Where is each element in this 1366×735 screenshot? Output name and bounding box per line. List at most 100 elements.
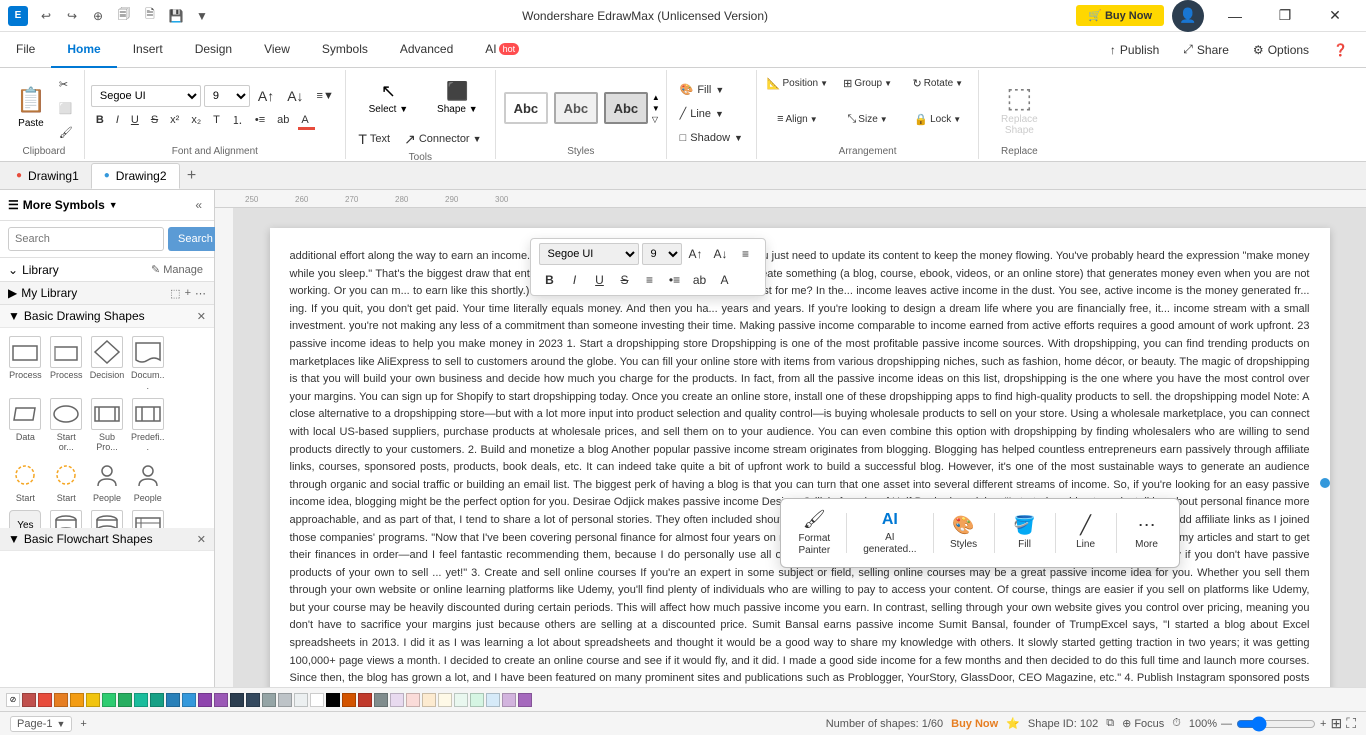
align-button[interactable]: ≡ Align ▼ bbox=[763, 111, 832, 141]
float-strike-btn[interactable]: S bbox=[614, 269, 636, 291]
float-align-btn[interactable]: ≡ bbox=[735, 243, 757, 265]
shape-start[interactable]: Start bbox=[6, 457, 45, 506]
share-button[interactable]: ⤢ Share bbox=[1173, 38, 1239, 61]
buy-now-button[interactable]: 🛒 Buy Now bbox=[1076, 5, 1164, 26]
decrease-font-btn[interactable]: A↓ bbox=[282, 85, 308, 107]
publish-button[interactable]: ↑ Publish bbox=[1100, 39, 1169, 61]
account-button[interactable]: ❓ bbox=[1323, 39, 1358, 61]
zoom-slider[interactable] bbox=[1236, 716, 1316, 732]
page-selector[interactable]: Page-1 ▼ bbox=[10, 716, 72, 732]
float-size-select[interactable]: 9 bbox=[642, 243, 682, 265]
color-swatch-12[interactable] bbox=[214, 693, 228, 707]
color-swatch-16[interactable] bbox=[278, 693, 292, 707]
menu-tab-insert[interactable]: Insert bbox=[117, 32, 179, 68]
shape-button[interactable]: ⬛ Shape ▼ bbox=[427, 72, 487, 124]
shape-document[interactable]: Docum... bbox=[128, 334, 167, 394]
style-swatch-3[interactable]: Abc bbox=[604, 92, 648, 124]
shape-predefined[interactable]: Predefi... bbox=[128, 396, 167, 456]
maximize-button[interactable]: ❐ bbox=[1262, 0, 1308, 32]
styles-scroll[interactable]: ▲ ▼ ▽ bbox=[652, 93, 660, 124]
color-swatch-21[interactable] bbox=[358, 693, 372, 707]
menu-tab-ai[interactable]: AI hot bbox=[469, 32, 535, 68]
color-swatch-18[interactable] bbox=[310, 693, 324, 707]
paste-button[interactable]: 📋 Paste bbox=[10, 82, 52, 134]
replace-shape-button[interactable]: ⬚ ReplaceShape bbox=[997, 72, 1042, 144]
shape-internal[interactable]: Internal... bbox=[128, 508, 167, 528]
fill-button[interactable]: 🎨 Fill ▼ bbox=[676, 79, 747, 101]
copy-btn[interactable]: ⬜ bbox=[54, 97, 78, 119]
cut-button[interactable]: ✂ bbox=[54, 73, 78, 95]
float-underline-btn[interactable]: U bbox=[589, 269, 611, 291]
basic-drawing-header[interactable]: ▼ Basic Drawing Shapes ✕ bbox=[0, 305, 214, 328]
color-swatch-7[interactable] bbox=[134, 693, 148, 707]
underline-btn[interactable]: U bbox=[126, 109, 144, 131]
resize-handle-right[interactable] bbox=[1320, 478, 1330, 488]
basic-flowchart-close-btn[interactable]: ✕ bbox=[197, 533, 206, 546]
color-swatch-5[interactable] bbox=[102, 693, 116, 707]
strikethrough-btn[interactable]: S bbox=[146, 109, 163, 131]
color-swatch-26[interactable] bbox=[438, 693, 452, 707]
sidebar-collapse-btn[interactable]: « bbox=[191, 196, 206, 214]
zoom-plus-btn[interactable]: + bbox=[1320, 718, 1326, 730]
float-increase-btn[interactable]: A↑ bbox=[685, 243, 707, 265]
color-swatch-29[interactable] bbox=[486, 693, 500, 707]
color-swatch-22[interactable] bbox=[374, 693, 388, 707]
color-swatch-17[interactable] bbox=[294, 693, 308, 707]
color-swatch-14[interactable] bbox=[246, 693, 260, 707]
float-font-select[interactable]: Segoe UI bbox=[539, 243, 639, 265]
increase-font-btn[interactable]: A↑ bbox=[253, 85, 279, 107]
shape-start2[interactable]: Start bbox=[47, 457, 86, 506]
focus-btn[interactable]: ⊕ Focus bbox=[1122, 717, 1164, 730]
color-swatch-0[interactable] bbox=[22, 693, 36, 707]
shape-data[interactable]: Data bbox=[6, 396, 45, 456]
list-num-btn[interactable]: ⒈ bbox=[227, 109, 248, 131]
float-font-color-btn[interactable]: A bbox=[714, 269, 736, 291]
color-swatch-8[interactable] bbox=[150, 693, 164, 707]
search-input[interactable] bbox=[8, 227, 164, 251]
shape-database[interactable]: Database bbox=[47, 508, 86, 528]
ai-btn[interactable]: AI AIgenerated... bbox=[855, 507, 924, 560]
basic-drawing-close-btn[interactable]: ✕ bbox=[197, 310, 206, 323]
color-swatch-10[interactable] bbox=[182, 693, 196, 707]
shape-people[interactable]: People bbox=[88, 457, 127, 506]
size-button[interactable]: ⤡ Size ▼ bbox=[833, 111, 902, 141]
rotate-button[interactable]: ↻ Rotate ▼ bbox=[903, 75, 972, 105]
style-swatch-1[interactable]: Abc bbox=[504, 92, 548, 124]
position-button[interactable]: 📐 Position ▼ bbox=[763, 75, 832, 105]
more-quick-access[interactable]: ▼ bbox=[190, 4, 214, 28]
color-swatch-23[interactable] bbox=[390, 693, 404, 707]
my-library-copy-btn[interactable]: ⬚ bbox=[170, 287, 180, 300]
menu-tab-advanced[interactable]: Advanced bbox=[384, 32, 469, 68]
bold-btn[interactable]: B bbox=[91, 109, 109, 131]
italic-btn[interactable]: I bbox=[111, 109, 124, 131]
new-button[interactable]: ⊕ bbox=[86, 4, 110, 28]
font-size-select[interactable]: 9 bbox=[204, 85, 250, 107]
tab-drawing1[interactable]: ● Drawing1 bbox=[4, 163, 91, 189]
group-button[interactable]: ⊞ Group ▼ bbox=[833, 75, 902, 105]
layers-btn[interactable]: ⧉ bbox=[1106, 717, 1114, 730]
color-swatch-2[interactable] bbox=[54, 693, 68, 707]
line-button[interactable]: ╱ Line ▼ bbox=[676, 103, 747, 125]
color-swatch-3[interactable] bbox=[70, 693, 84, 707]
format-painter-btn[interactable]: 🖌 FormatPainter bbox=[791, 505, 839, 561]
color-swatch-20[interactable] bbox=[342, 693, 356, 707]
add-page-btn[interactable]: + bbox=[80, 718, 86, 730]
my-library-header[interactable]: ▶ My Library ⬚ + ⋯ bbox=[0, 282, 214, 304]
shadow-button[interactable]: □ Shadow ▼ bbox=[676, 127, 747, 149]
buy-now-status[interactable]: Buy Now bbox=[951, 718, 998, 730]
color-swatch-15[interactable] bbox=[262, 693, 276, 707]
color-swatch-31[interactable] bbox=[518, 693, 532, 707]
text-tool-btn[interactable]: T Text bbox=[353, 128, 395, 150]
color-swatch-9[interactable] bbox=[166, 693, 180, 707]
float-bullet-btn[interactable]: •≡ bbox=[664, 269, 686, 291]
float-list-btn[interactable]: ≡ bbox=[639, 269, 661, 291]
more-mini-btn[interactable]: ⋯ More bbox=[1125, 511, 1169, 555]
style-swatch-2[interactable]: Abc bbox=[554, 92, 598, 124]
fill-mini-btn[interactable]: 🪣 Fill bbox=[1003, 511, 1047, 555]
select-button[interactable]: ↖ Select ▼ bbox=[353, 72, 423, 124]
minimize-button[interactable]: — bbox=[1212, 0, 1258, 32]
color-swatch-4[interactable] bbox=[86, 693, 100, 707]
tab-drawing2[interactable]: ● Drawing2 bbox=[91, 163, 180, 189]
shape-decision[interactable]: Decision bbox=[88, 334, 127, 394]
shape-start-or[interactable]: Start or... bbox=[47, 396, 86, 456]
